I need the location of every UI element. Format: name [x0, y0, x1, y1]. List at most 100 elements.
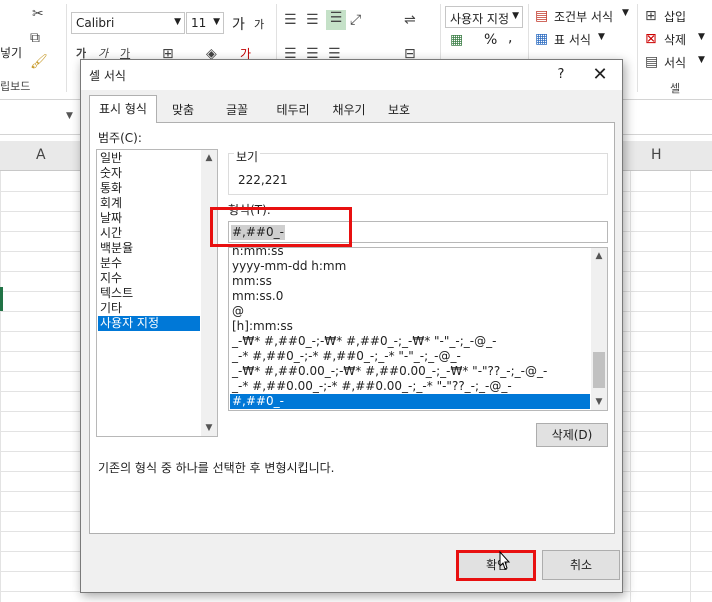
- mouse-pointer-icon: [499, 551, 511, 570]
- list-item[interactable]: mm:ss: [230, 274, 590, 289]
- category-scrollbar[interactable]: ▲ ▼: [201, 150, 217, 436]
- scroll-up-icon[interactable]: ▲: [591, 248, 607, 264]
- group-separator: [66, 4, 67, 92]
- column-header-h[interactable]: H: [651, 147, 662, 163]
- list-item[interactable]: 기타: [98, 301, 200, 316]
- table-format-button[interactable]: 표 서식: [554, 31, 591, 48]
- scroll-down-icon[interactable]: ▼: [201, 420, 217, 436]
- grid-line: [630, 171, 631, 602]
- scrollbar-thumb[interactable]: [593, 352, 605, 388]
- chevron-down-icon: ▼: [698, 32, 705, 42]
- name-box-dropdown-icon[interactable]: ▼: [66, 111, 73, 121]
- scroll-down-icon[interactable]: ▼: [591, 394, 607, 410]
- table-format-icon: ▦: [535, 31, 549, 47]
- category-list[interactable]: 일반 숫자 통화 회계 날짜 시간 백분율 분수 지수 텍스트 기타 사용자 지…: [96, 149, 218, 437]
- list-item[interactable]: h:mm:ss: [230, 248, 590, 259]
- list-item[interactable]: _-₩* #,##0.00_-;-₩* #,##0.00_-;_-₩* "-"?…: [230, 364, 590, 379]
- align-middle-icon[interactable]: ☰: [306, 12, 319, 28]
- align-top-icon[interactable]: ☰: [284, 12, 297, 28]
- insert-cells-icon: ⊞: [645, 8, 657, 24]
- number-tab-panel: 범주(C): 일반 숫자 통화 회계 날짜 시간 백분율 분수 지수 텍스트 기…: [89, 122, 615, 534]
- font-shrink-button[interactable]: 가: [254, 16, 264, 32]
- wrap-text-icon[interactable]: ⇌: [404, 12, 416, 28]
- list-item[interactable]: _-* #,##0_-;-* #,##0_-;_-* "-"_-;_-@_-: [230, 349, 590, 364]
- help-button[interactable]: ?: [550, 64, 572, 86]
- list-item[interactable]: 지수: [98, 271, 200, 286]
- list-item[interactable]: _-* #,##0.00_-;-* #,##0.00_-;_-* "-"??_-…: [230, 379, 590, 394]
- chevron-down-icon: ▼: [174, 17, 181, 27]
- list-item[interactable]: @: [230, 304, 590, 319]
- cancel-button[interactable]: 취소: [542, 550, 620, 580]
- chevron-down-icon: ▼: [598, 32, 605, 42]
- preview-label: 보기: [234, 148, 261, 165]
- scroll-up-icon[interactable]: ▲: [201, 150, 217, 166]
- list-item[interactable]: 일반: [98, 151, 200, 166]
- list-item[interactable]: 텍스트: [98, 286, 200, 301]
- highlight-box-format-input: [210, 207, 352, 247]
- list-item-selected[interactable]: #,##0_-: [230, 394, 590, 409]
- highlight-box-ok-button: [456, 550, 536, 581]
- comma-button[interactable]: ,: [508, 30, 512, 46]
- group-separator: [637, 4, 638, 92]
- conditional-format-icon: ▤: [535, 8, 549, 24]
- active-row-indicator: [0, 287, 3, 311]
- list-item[interactable]: 숫자: [98, 166, 200, 181]
- format-cells-icon: ▤: [645, 54, 659, 70]
- chevron-down-icon: ▼: [512, 11, 519, 21]
- list-item[interactable]: [h]:mm:ss: [230, 319, 590, 334]
- delete-format-button[interactable]: 삭제(D): [536, 423, 608, 447]
- chevron-down-icon: ▼: [698, 55, 705, 65]
- insert-button[interactable]: 삽입: [664, 8, 686, 25]
- conditional-format-button[interactable]: 조건부 서식: [554, 8, 613, 25]
- number-format-box[interactable]: 사용자 지정 ▼: [445, 6, 523, 28]
- tab-number[interactable]: 표시 형식: [89, 95, 157, 123]
- list-item[interactable]: 백분율: [98, 241, 200, 256]
- list-item[interactable]: mm:ss.0: [230, 289, 590, 304]
- clipboard-group-label: 립보드: [0, 80, 31, 93]
- tab-fill[interactable]: 채우기: [322, 98, 376, 122]
- list-item[interactable]: 시간: [98, 226, 200, 241]
- list-item[interactable]: yyyy-mm-dd h:mm: [230, 259, 590, 274]
- accounting-format-icon[interactable]: ▦: [450, 32, 463, 48]
- font-grow-button[interactable]: 가: [232, 14, 245, 34]
- font-name-value: Calibri: [76, 16, 115, 30]
- close-icon[interactable]: ✕: [586, 63, 614, 87]
- category-label: 범주(C):: [98, 131, 142, 145]
- column-header-a[interactable]: A: [36, 147, 46, 163]
- cut-icon[interactable]: ✂: [32, 6, 44, 22]
- dialog-titlebar[interactable]: 셀 서식 ? ✕: [81, 60, 622, 90]
- font-size-value: 11: [191, 16, 207, 30]
- delete-cells-button[interactable]: 삭제: [664, 31, 686, 48]
- list-item[interactable]: 날짜: [98, 211, 200, 226]
- paste-label[interactable]: 넣기: [0, 44, 22, 61]
- tab-protection[interactable]: 보호: [379, 98, 419, 122]
- preview-value: 222,221: [238, 173, 288, 187]
- format-painter-icon[interactable]: 🖌: [30, 54, 48, 70]
- chevron-down-icon: ▼: [213, 17, 220, 27]
- format-scrollbar[interactable]: ▲ ▼: [591, 248, 607, 410]
- description-text: 기존의 형식 중 하나를 선택한 후 변형시킵니다.: [98, 461, 335, 475]
- font-name-box[interactable]: Calibri ▼: [71, 12, 185, 34]
- grid-line: [0, 171, 1, 602]
- list-item-selected[interactable]: 사용자 지정: [98, 316, 200, 331]
- tab-alignment[interactable]: 맞춤: [159, 98, 207, 122]
- tab-font[interactable]: 글꼴: [211, 98, 263, 122]
- dialog-title: 셀 서식: [89, 69, 126, 83]
- copy-icon[interactable]: ⧉: [30, 30, 40, 46]
- number-format-value: 사용자 지정: [450, 12, 510, 26]
- chevron-down-icon: ▼: [622, 8, 629, 18]
- tab-border[interactable]: 테두리: [267, 98, 319, 122]
- format-list[interactable]: h:mm:ss yyyy-mm-dd h:mm mm:ss mm:ss.0 @ …: [228, 247, 608, 411]
- percent-button[interactable]: %: [484, 32, 497, 48]
- format-button[interactable]: 서식: [664, 54, 686, 71]
- font-size-box[interactable]: 11 ▼: [186, 12, 224, 34]
- grid-line: [690, 171, 691, 602]
- list-item[interactable]: 분수: [98, 256, 200, 271]
- delete-cells-icon: ⊠: [645, 31, 657, 47]
- list-item[interactable]: 통화: [98, 181, 200, 196]
- cells-group-label: 셀: [670, 82, 681, 95]
- list-item[interactable]: _-₩* #,##0_-;-₩* #,##0_-;_-₩* "-"_-;_-@_…: [230, 334, 590, 349]
- list-item[interactable]: 회계: [98, 196, 200, 211]
- orientation-icon[interactable]: ⤢: [350, 12, 361, 28]
- align-bottom-icon[interactable]: ☰: [326, 10, 346, 30]
